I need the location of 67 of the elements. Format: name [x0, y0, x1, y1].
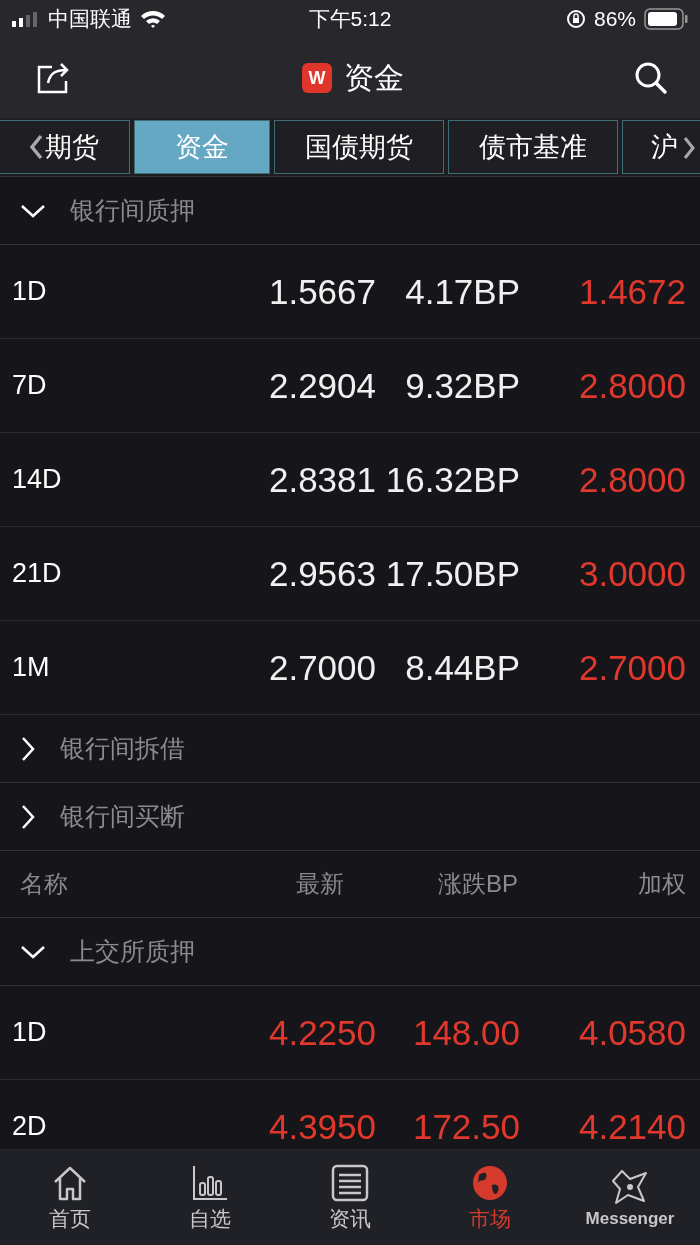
wifi-icon [140, 9, 166, 29]
weighted-rate: 2.8000 [577, 459, 686, 500]
latest-rate: 4.3950 [267, 1106, 376, 1147]
signal-icon [12, 11, 40, 27]
battery-icon [644, 8, 688, 30]
section-header[interactable]: 上交所质押 [0, 918, 700, 986]
chevron-left-icon [29, 134, 43, 160]
weighted-rate: 2.7000 [577, 647, 686, 688]
chevron-down-icon [20, 943, 46, 960]
change-value: 4.17BP [404, 271, 520, 312]
term-label: 1D [12, 276, 48, 307]
clock-time: 下午5:12 [308, 6, 392, 32]
chevron-right-icon [20, 735, 36, 762]
rate-row[interactable]: 21D 2.9563 17.50BP 3.0000 [0, 527, 700, 621]
app-logo: W [302, 63, 332, 93]
rate-row[interactable]: 1D 1.5667 4.17BP 1.4672 [0, 245, 700, 339]
change-value: 148.00 [411, 1012, 520, 1053]
change-value: 172.50 [411, 1106, 520, 1147]
section-header[interactable]: 银行间买断 [0, 783, 700, 851]
latest-rate: 2.9563 [267, 553, 376, 594]
rate-row[interactable]: 1M 2.7000 8.44BP 2.7000 [0, 621, 700, 715]
bottom-tab[interactable]: 首页 [5, 1162, 135, 1233]
rate-row[interactable]: 14D 2.8381 16.32BP 2.8000 [0, 433, 700, 527]
column-header: 涨跌BP [437, 869, 519, 899]
category-tab[interactable]: 国债期货 [274, 120, 444, 174]
term-label: 2D [12, 1111, 48, 1142]
weighted-rate: 4.0580 [577, 1012, 686, 1053]
term-label: 21D [12, 558, 63, 589]
section-header[interactable]: 银行间拆借 [0, 715, 700, 783]
bottom-tab[interactable]: Messenger [565, 1166, 695, 1229]
latest-rate: 2.8381 [267, 459, 376, 500]
chevron-right-icon [683, 136, 695, 160]
search-icon[interactable] [634, 61, 668, 95]
rate-row[interactable]: 1D 4.2250 148.00 4.0580 [0, 986, 700, 1080]
category-tab[interactable]: 沪 [622, 120, 700, 174]
chevron-down-icon [20, 202, 46, 219]
latest-rate: 1.5667 [267, 271, 376, 312]
term-label: 1M [12, 652, 51, 683]
column-header: 加权 [637, 869, 686, 899]
change-value: 9.32BP [404, 365, 520, 406]
term-label: 14D [12, 464, 63, 495]
latest-rate: 4.2250 [267, 1012, 376, 1053]
change-value: 8.44BP [404, 647, 520, 688]
carrier-name: 中国联通 [48, 6, 132, 32]
bottom-tab[interactable]: 自选 [145, 1162, 275, 1233]
latest-rate: 2.7000 [267, 647, 376, 688]
weighted-rate: 2.8000 [577, 365, 686, 406]
news-list-icon [330, 1162, 370, 1203]
section-header[interactable]: 银行间质押 [0, 177, 700, 245]
weighted-rate: 3.0000 [577, 553, 686, 594]
bottom-tab[interactable]: 资讯 [285, 1162, 415, 1233]
latest-rate: 2.2904 [267, 365, 376, 406]
battery-percent: 86% [593, 7, 636, 31]
chevron-right-icon [20, 803, 36, 830]
column-header: 名称 [19, 869, 69, 899]
term-label: 7D [12, 370, 48, 401]
rate-row[interactable]: 7D 2.2904 9.32BP 2.8000 [0, 339, 700, 433]
rotation-lock-icon [565, 9, 586, 29]
term-label: 1D [12, 1017, 48, 1048]
change-value: 16.32BP [384, 459, 520, 500]
category-tab[interactable]: 债市基准 [448, 120, 618, 174]
column-header: 最新 [295, 869, 345, 899]
weighted-rate: 1.4672 [577, 271, 686, 312]
category-tab[interactable]: 期货 [0, 120, 130, 174]
change-value: 17.50BP [384, 553, 520, 594]
weighted-rate: 4.2140 [577, 1106, 686, 1147]
page-title: 资金 [344, 59, 404, 96]
